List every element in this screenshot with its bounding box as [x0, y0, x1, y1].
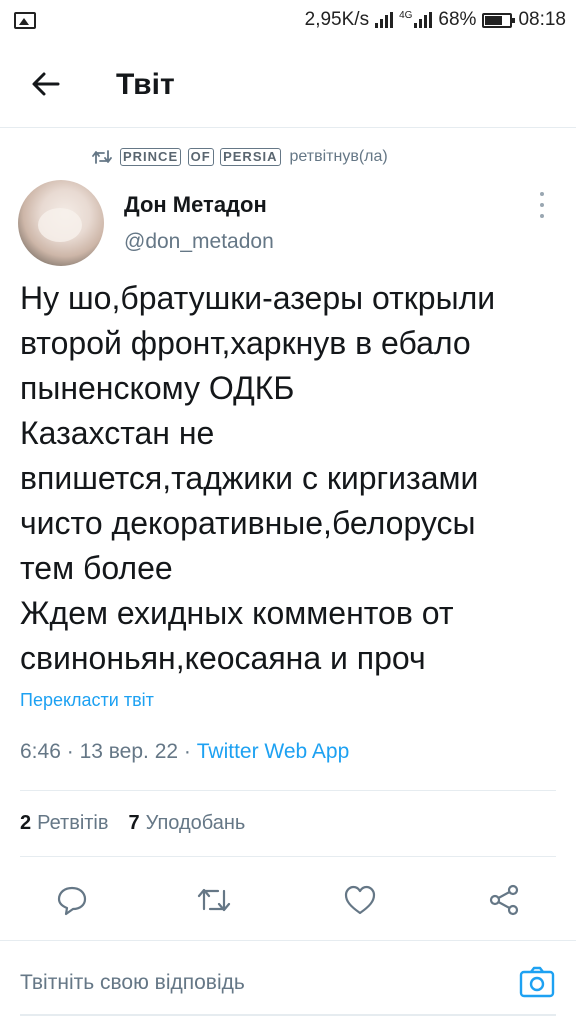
tweet-date: 13 вер. 22	[79, 740, 179, 763]
reply-underline	[20, 1014, 556, 1016]
translate-tweet-link[interactable]: Перекласти твіт	[20, 690, 154, 711]
tweet-line: второй фронт,харкнув в ебало	[20, 325, 471, 361]
tweet-text: Ну шо,братушки-азеры открыли второй фрон…	[20, 276, 568, 681]
tweet-actions	[0, 876, 576, 926]
battery-percent: 68%	[438, 9, 477, 30]
likes-stat[interactable]: 7 Уподобань	[129, 812, 246, 835]
avatar[interactable]	[18, 180, 104, 266]
retweets-stat[interactable]: 2 Ретвітів	[20, 812, 109, 835]
tweet-meta: 6:46 · 13 вер. 22 · Twitter Web App	[20, 740, 349, 764]
tweet-line: впишется,таджики с киргизами	[20, 460, 479, 496]
divider	[20, 790, 556, 791]
likes-count: 7	[128, 812, 140, 834]
retweets-count: 2	[20, 812, 32, 834]
tweet-stats: 2 Ретвітів 7 Уподобань	[20, 812, 245, 835]
battery-icon	[482, 12, 516, 28]
meta-separator: ·	[66, 740, 74, 763]
retweet-context[interactable]: PRINCE OF PERSIA ретвітнув(ла)	[92, 140, 566, 174]
retweeter-name[interactable]: PRINCE OF PERSIA	[120, 148, 282, 166]
meta-separator: ·	[183, 740, 191, 763]
tweet-source-link[interactable]: Twitter Web App	[197, 740, 350, 763]
retweeter-name-word: PRINCE	[120, 148, 182, 166]
app-header: Твіт	[0, 40, 576, 128]
heart-icon[interactable]	[342, 882, 378, 918]
retweeted-label: ретвітнув(ла)	[289, 148, 388, 165]
image-notification-icon	[14, 12, 36, 29]
status-indicators: 2,95K/s 4G 68% 08:18	[305, 8, 566, 32]
retweet-icon[interactable]	[196, 882, 232, 918]
tweet-line: чисто декоративные,белорусы	[20, 505, 476, 541]
retweeter-name-word: OF	[187, 148, 214, 166]
author-handle[interactable]: @don_metadon	[124, 230, 274, 254]
signal-icon-2	[414, 12, 433, 28]
tweet-line: пыненскому ОДКБ	[20, 370, 295, 406]
status-bar: 2,95K/s 4G 68% 08:18	[0, 0, 576, 40]
retweeter-name-word: PERSIA	[220, 148, 281, 166]
back-arrow-icon[interactable]	[28, 66, 64, 102]
signal-icon	[375, 12, 394, 28]
reply-bar	[0, 940, 576, 1024]
tweet-line: свиноньян,кеосаяна и проч	[20, 640, 426, 676]
author-name[interactable]: Дон Метадон	[124, 192, 267, 218]
network-type: 4G	[399, 10, 413, 21]
reply-input[interactable]	[20, 963, 500, 1003]
reply-icon[interactable]	[54, 882, 90, 918]
tweet-time: 6:46	[20, 740, 61, 763]
network-speed: 2,95K/s	[304, 9, 370, 30]
divider	[20, 856, 556, 857]
page-title: Твіт	[116, 68, 175, 101]
more-options-icon[interactable]	[536, 192, 548, 218]
camera-icon[interactable]	[518, 965, 556, 999]
tweet-line: Ну шо,братушки-азеры открыли	[20, 280, 496, 316]
share-icon[interactable]	[486, 882, 522, 918]
tweet-line: Казахстан не	[20, 415, 215, 451]
retweet-small-icon	[92, 150, 112, 164]
tweet-line: тем более	[20, 550, 173, 586]
clock: 08:18	[518, 9, 566, 30]
tweet-line: Ждем ехидных комментов от	[20, 595, 454, 631]
retweets-label: Ретвітів	[37, 812, 109, 834]
likes-label: Уподобань	[145, 812, 246, 834]
